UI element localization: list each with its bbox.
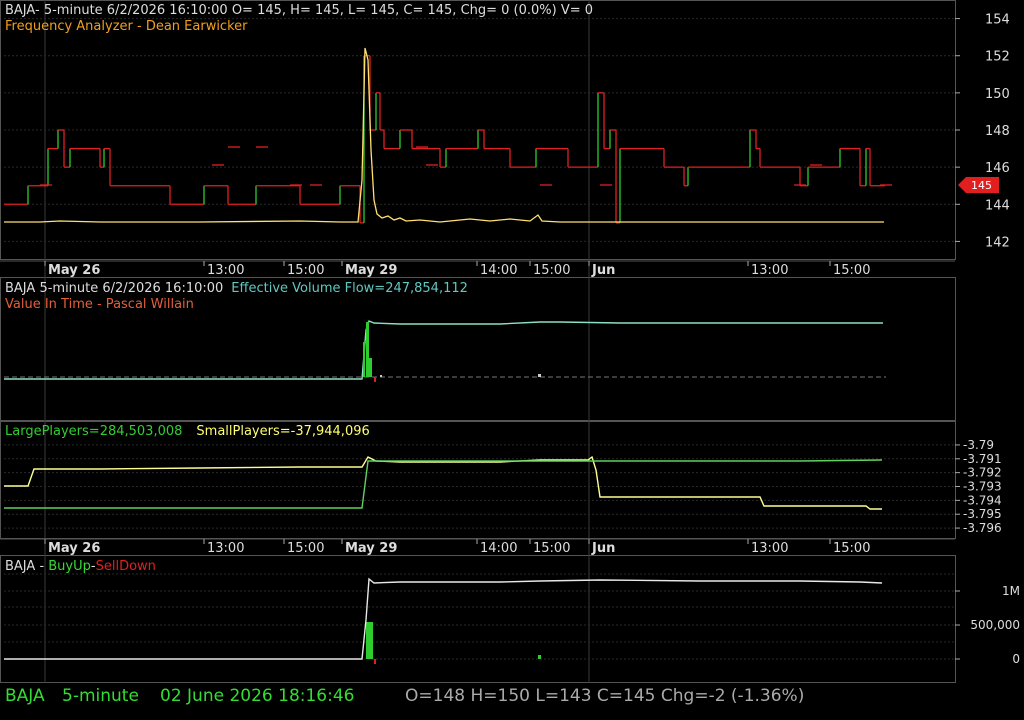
frequency-oscillator-line — [4, 47, 884, 223]
players-axis: -3.79-3.791-3.792-3.793-3.794-3.795-3.79… — [955, 438, 1002, 535]
buyup-tick-label: 500,000 — [970, 618, 1020, 632]
last-price-value: 145 — [971, 179, 992, 192]
time-tick-label: 15:00 — [533, 541, 570, 556]
players-tick-label: -3.79 — [963, 438, 994, 452]
status-ohlc: O=148 H=150 L=143 C=145 Chg=-2 (-1.36%) — [405, 686, 805, 706]
price-series — [4, 55, 892, 224]
price-tick-label: 146 — [985, 161, 1010, 176]
frequency-analyzer-title: Frequency Analyzer - Dean Earwicker — [5, 19, 248, 34]
value-in-time-title: Value In Time - Pascal Willain — [5, 297, 194, 312]
price-panel-header: BAJA- 5-minute 6/2/2026 16:10:00 O= 145,… — [5, 3, 593, 18]
large-players-line — [4, 459, 883, 509]
time-axis-bottom: May 26 13:00 15:00 May 29 14:00 15:00 Jun 13:00… — [0, 538, 955, 556]
time-tick-label: Jun — [591, 263, 615, 278]
large-players-label: LargePlayers=284,503,008 — [5, 424, 182, 439]
buyup-prefix: BAJA - — [5, 559, 48, 574]
time-tick-label: May 26 — [48, 541, 100, 556]
vit-header-prefix: BAJA 5-minute 6/2/2026 16:10:00 — [5, 281, 223, 296]
price-tick-label: 152 — [985, 50, 1010, 65]
buyup-selldown-line — [4, 577, 883, 660]
players-tick-label: -3.791 — [963, 452, 1002, 466]
time-tick-label: 15:00 — [833, 263, 870, 278]
time-tick-label: 13:00 — [751, 541, 788, 556]
players-tick-label: -3.796 — [963, 521, 1002, 535]
price-tick-label: 142 — [985, 235, 1010, 250]
players-tick-label: -3.792 — [963, 466, 1002, 480]
players-panel-frame — [0, 421, 956, 539]
buyup-tick-label: 0 — [1012, 652, 1020, 666]
status-timestamp: 02 June 2026 18:16:46 — [160, 686, 355, 706]
chart-canvas: 154 152 150 148 146 144 142 145 May 26 13:00 15:… — [0, 0, 1020, 683]
buyup-label: BuyUp — [48, 559, 91, 574]
last-price-tag: 145 — [958, 177, 999, 193]
price-axis: 154 152 150 148 146 144 142 — [955, 13, 1010, 250]
vit-volume-bars — [363, 322, 541, 382]
time-axis-top: May 26 13:00 15:00 May 29 14:00 15:00 Jun 13:00… — [0, 260, 955, 278]
time-tick-label: 13:00 — [207, 541, 244, 556]
players-tick-label: -3.795 — [963, 507, 1002, 521]
time-tick-label: Jun — [591, 541, 615, 556]
status-symbol: BAJA — [5, 686, 45, 706]
small-players-line — [4, 455, 882, 510]
time-tick-label: 15:00 — [533, 263, 570, 278]
status-bar: BAJA 5-minute 02 June 2026 18:16:46 O=14… — [0, 683, 1024, 720]
buyup-tick-label: 1M — [1002, 584, 1020, 598]
players-gridlines — [4, 444, 955, 529]
players-header: LargePlayers=284,503,008 SmallPlayers=-37… — [5, 424, 370, 439]
vertical-gridlines — [44, 0, 590, 683]
time-tick-label: May 26 — [48, 263, 100, 278]
buyup-panel-frame — [0, 555, 956, 683]
buyup-volume-bars — [366, 622, 541, 664]
selldown-label: SellDown — [96, 559, 156, 574]
panel-borders — [0, 0, 956, 683]
buyup-gridlines — [4, 573, 955, 660]
buyup-axis: 1M 500,000 0 — [955, 584, 1020, 666]
players-tick-label: -3.793 — [963, 480, 1002, 494]
vit-panel-header: BAJA 5-minute 6/2/2026 16:10:00 Effective… — [5, 281, 468, 296]
time-tick-label: 15:00 — [833, 541, 870, 556]
time-tick-label: May 29 — [345, 541, 397, 556]
price-tick-label: 144 — [985, 198, 1010, 213]
time-tick-label: 13:00 — [751, 263, 788, 278]
time-tick-label: 15:00 — [287, 263, 324, 278]
players-tick-label: -3.794 — [963, 493, 1002, 507]
time-tick-label: 15:00 — [287, 541, 324, 556]
time-tick-label: May 29 — [345, 263, 397, 278]
small-players-label: SmallPlayers=-37,944,096 — [196, 424, 369, 439]
evf-label: Effective Volume Flow=247,854,112 — [231, 281, 468, 296]
time-tick-label: 14:00 — [480, 263, 517, 278]
time-tick-label: 13:00 — [207, 263, 244, 278]
price-tick-label: 150 — [985, 87, 1010, 102]
status-interval: 5-minute — [62, 686, 139, 706]
effective-volume-flow-line — [4, 320, 883, 380]
buyup-header: BAJA - BuyUp-SellDown — [5, 559, 156, 574]
price-tick-label: 148 — [985, 124, 1010, 139]
time-tick-label: 14:00 — [480, 541, 517, 556]
price-tick-label: 154 — [985, 13, 1010, 28]
